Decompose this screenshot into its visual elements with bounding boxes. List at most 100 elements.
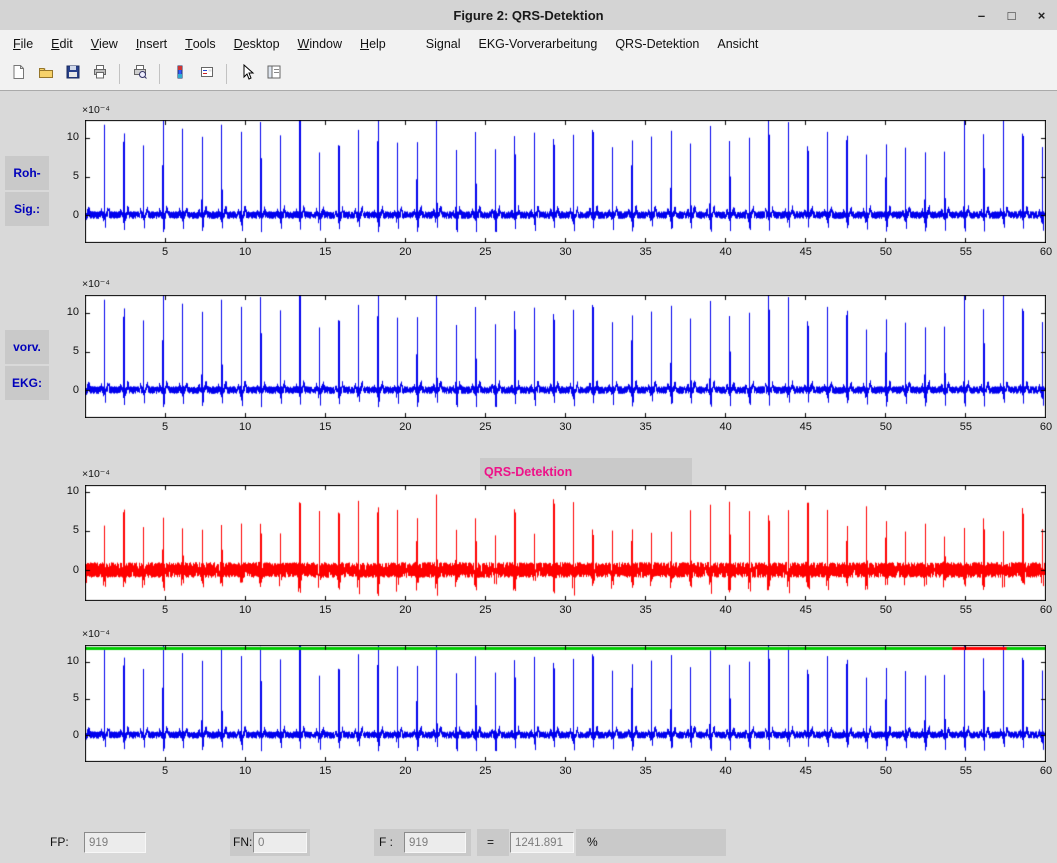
percent-label: % xyxy=(587,835,598,849)
print-figure-icon xyxy=(92,64,108,85)
maximize-button[interactable]: □ xyxy=(1004,9,1019,22)
menu-item-view[interactable]: View xyxy=(82,30,127,58)
figure-window: Figure 2: QRS-Detektion – □ × FileEditVi… xyxy=(0,0,1057,863)
insert-legend-icon xyxy=(199,64,215,85)
insert-colorbar-button[interactable] xyxy=(167,62,192,87)
x-tick-label: 55 xyxy=(954,604,978,616)
x-tick-label: 55 xyxy=(954,765,978,777)
x-tick-label: 40 xyxy=(714,604,738,616)
x-tick-label: 20 xyxy=(393,765,417,777)
insert-legend-button[interactable] xyxy=(194,62,219,87)
toolbar-separator xyxy=(159,64,160,84)
window-title: Figure 2: QRS-Detektion xyxy=(0,8,1057,23)
x-tick-label: 30 xyxy=(554,765,578,777)
x-tick-label: 30 xyxy=(554,421,578,433)
x-tick-label: 40 xyxy=(714,246,738,258)
preprocessed-ecg-axes[interactable] xyxy=(85,295,1046,418)
close-button[interactable]: × xyxy=(1034,9,1049,22)
x-tick-label: 5 xyxy=(153,246,177,258)
x-tick-label: 50 xyxy=(874,765,898,777)
y-tick-label: 10 xyxy=(51,485,79,497)
x-tick-label: 45 xyxy=(794,246,818,258)
raw-signal-label-line1: Roh- xyxy=(5,156,49,190)
x-tick-label: 20 xyxy=(393,604,417,616)
edit-plot-icon xyxy=(239,64,255,85)
x-tick-label: 35 xyxy=(634,604,658,616)
x-tick-label: 60 xyxy=(1034,604,1057,616)
print-figure-button[interactable] xyxy=(87,62,112,87)
x-tick-label: 10 xyxy=(233,246,257,258)
menu-item-file[interactable]: File xyxy=(4,30,42,58)
menu-item-edit[interactable]: Edit xyxy=(42,30,82,58)
raw-signal-label-line2: Sig.: xyxy=(5,192,49,226)
x-tick-label: 10 xyxy=(233,604,257,616)
menu-item-help[interactable]: Help xyxy=(351,30,395,58)
window-controls: – □ × xyxy=(974,0,1049,30)
minimize-button[interactable]: – xyxy=(974,9,989,22)
menu-item-ekg-vorverarbeitung[interactable]: EKG-Vorverarbeitung xyxy=(470,30,607,58)
x-tick-label: 60 xyxy=(1034,765,1057,777)
x-tick-label: 60 xyxy=(1034,421,1057,433)
x-tick-label: 15 xyxy=(313,246,337,258)
y-tick-label: 0 xyxy=(51,209,79,221)
menu-item-insert[interactable]: Insert xyxy=(127,30,176,58)
x-tick-label: 55 xyxy=(954,246,978,258)
toolbar xyxy=(0,58,1057,91)
edit-plot-button[interactable] xyxy=(234,62,259,87)
new-figure-button[interactable] xyxy=(6,62,31,87)
fp-field[interactable] xyxy=(84,832,146,853)
y-tick-label: 5 xyxy=(51,345,79,357)
x-tick-label: 50 xyxy=(874,246,898,258)
preprocessed-label-line2: EKG: xyxy=(5,366,49,400)
plot-browser-icon xyxy=(266,64,282,85)
menu-bar: FileEditViewInsertToolsDesktopWindowHelp… xyxy=(0,30,1057,58)
x-tick-label: 50 xyxy=(874,421,898,433)
raw-signal-axes[interactable] xyxy=(85,120,1046,243)
f-field[interactable] xyxy=(404,832,466,853)
x-tick-label: 40 xyxy=(714,421,738,433)
ratio-field[interactable] xyxy=(510,832,574,853)
x-tick-label: 40 xyxy=(714,765,738,777)
title-bar[interactable]: Figure 2: QRS-Detektion – □ × xyxy=(0,0,1057,31)
x-tick-label: 5 xyxy=(153,604,177,616)
y-tick-label: 5 xyxy=(51,170,79,182)
equals-label: = xyxy=(487,835,494,849)
open-file-button[interactable] xyxy=(33,62,58,87)
detection-result-axes[interactable] xyxy=(85,645,1046,762)
y-axis-exponent-2: ×10⁻⁴ xyxy=(82,278,110,290)
qrs-detection-title: QRS-Detektion xyxy=(484,465,572,479)
f-label: F : xyxy=(379,835,393,849)
x-tick-label: 35 xyxy=(634,246,658,258)
x-tick-label: 20 xyxy=(393,421,417,433)
y-tick-label: 10 xyxy=(51,131,79,143)
save-figure-button[interactable] xyxy=(60,62,85,87)
preprocessed-label-line1: vorv. xyxy=(5,330,49,364)
fp-label: FP: xyxy=(50,835,69,849)
menu-item-desktop[interactable]: Desktop xyxy=(225,30,289,58)
fn-label: FN: xyxy=(233,835,252,849)
x-tick-label: 35 xyxy=(634,765,658,777)
print-preview-button[interactable] xyxy=(127,62,152,87)
y-tick-label: 5 xyxy=(51,524,79,536)
plot-browser-button[interactable] xyxy=(261,62,286,87)
menu-item-signal[interactable]: Signal xyxy=(417,30,470,58)
toolbar-separator xyxy=(119,64,120,84)
qrs-detection-axes[interactable] xyxy=(85,485,1046,601)
menu-item-window[interactable]: Window xyxy=(289,30,351,58)
y-axis-exponent-3: ×10⁻⁴ xyxy=(82,468,110,480)
figure-area: ×10⁻⁴ ×10⁻⁴ ×10⁻⁴ ×10⁻⁴ Roh- Sig.: vorv.… xyxy=(0,0,1057,863)
y-axis-exponent-4: ×10⁻⁴ xyxy=(82,628,110,640)
menu-item-ansicht[interactable]: Ansicht xyxy=(708,30,767,58)
y-tick-label: 0 xyxy=(51,729,79,741)
menu-item-qrs-detektion[interactable]: QRS-Detektion xyxy=(606,30,708,58)
print-preview-icon xyxy=(132,64,148,85)
x-tick-label: 60 xyxy=(1034,246,1057,258)
x-tick-label: 20 xyxy=(393,246,417,258)
fn-field[interactable] xyxy=(253,832,307,853)
x-tick-label: 5 xyxy=(153,765,177,777)
x-tick-label: 10 xyxy=(233,765,257,777)
menu-item-tools[interactable]: Tools xyxy=(176,30,225,58)
y-axis-exponent-1: ×10⁻⁴ xyxy=(82,104,110,116)
x-tick-label: 45 xyxy=(794,765,818,777)
qrs-detection-title-panel: QRS-Detektion xyxy=(480,458,692,485)
